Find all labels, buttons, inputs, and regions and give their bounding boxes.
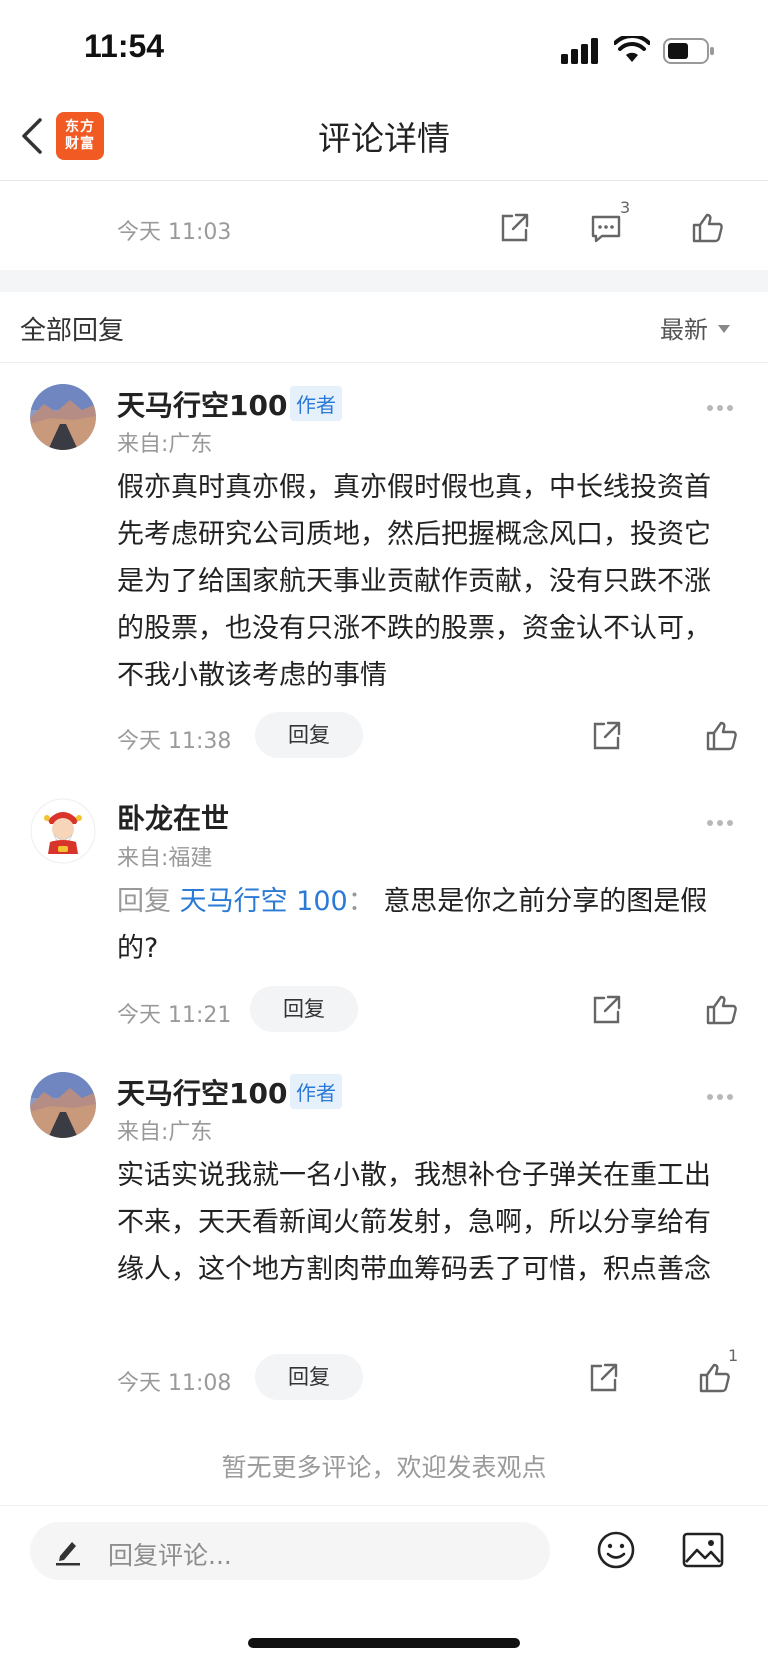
- status-time: 11:54: [84, 28, 165, 64]
- thumb-up-icon[interactable]: [697, 1360, 733, 1396]
- comment-count: 3: [620, 198, 631, 217]
- reply-button[interactable]: 回复: [255, 712, 363, 758]
- share-icon[interactable]: [588, 718, 624, 754]
- battery-icon: [663, 38, 714, 64]
- avatar[interactable]: [30, 384, 96, 450]
- sort-dropdown[interactable]: 最新: [660, 310, 730, 345]
- reply-prefix: 回复: [117, 886, 171, 917]
- reply-separator: ：: [347, 886, 375, 917]
- emoji-icon[interactable]: [596, 1530, 636, 1570]
- home-indicator: [248, 1638, 520, 1648]
- like-count: 1: [728, 1346, 739, 1365]
- reply-target-user[interactable]: 天马行空 100: [180, 886, 348, 917]
- sort-label: 最新: [660, 316, 708, 344]
- caret-down-icon: [718, 325, 730, 333]
- comment-username[interactable]: 天马行空100: [117, 384, 287, 424]
- reply-button[interactable]: 回复: [255, 1354, 363, 1400]
- comment-text: 回复 天马行空 100： 意思是你之前分享的图是假的?: [117, 878, 737, 972]
- reply-input-placeholder[interactable]: 回复评论...: [108, 1536, 232, 1572]
- wifi-icon: [614, 36, 650, 62]
- signal-icon: [561, 38, 598, 64]
- comment-text: 实话实说我就一名小散，我想补仓子弹关在重工出不来，天天看新闻火箭发射，急啊，所以…: [117, 1160, 711, 1285]
- section-divider: [0, 362, 768, 363]
- section-separator: [0, 270, 768, 292]
- thumb-up-icon[interactable]: [704, 992, 740, 1028]
- share-icon[interactable]: [588, 992, 624, 1028]
- share-icon[interactable]: [496, 210, 532, 246]
- avatar[interactable]: [30, 1072, 96, 1138]
- comment-location: 来自:广东: [117, 1120, 213, 1145]
- comment-time: 今天 11:08: [117, 1371, 232, 1396]
- no-more-comments: 暂无更多评论，欢迎发表观点: [221, 1453, 547, 1482]
- thumb-up-icon[interactable]: [704, 718, 740, 754]
- comment-text: 假亦真时真亦假，真亦假时假也真，中长线投资首先考虑研究公司质地，然后把握概念风口…: [117, 472, 711, 691]
- author-badge: 作者: [290, 1074, 342, 1109]
- image-icon[interactable]: [682, 1532, 724, 1568]
- all-replies-title: 全部回复: [20, 316, 125, 346]
- avatar[interactable]: [30, 798, 96, 864]
- comment-location: 来自:福建: [117, 846, 213, 871]
- more-icon[interactable]: [707, 811, 737, 826]
- share-icon[interactable]: [585, 1360, 621, 1396]
- nav-divider: [0, 180, 768, 181]
- comment-username[interactable]: 卧龙在世: [117, 797, 229, 837]
- thumb-up-icon[interactable]: [690, 210, 726, 246]
- pen-icon: [56, 1542, 80, 1566]
- more-icon[interactable]: [707, 1085, 737, 1100]
- comment-username[interactable]: 天马行空100: [117, 1072, 287, 1112]
- comment-time: 今天 11:38: [117, 729, 232, 754]
- reply-button[interactable]: 回复: [250, 986, 358, 1032]
- main-comment-time: 今天 11:03: [117, 220, 232, 245]
- more-icon[interactable]: [707, 396, 737, 411]
- comment-time: 今天 11:21: [117, 1003, 232, 1028]
- author-badge: 作者: [290, 386, 342, 421]
- bottom-divider: [0, 1505, 768, 1506]
- page-title: 评论详情: [318, 119, 450, 158]
- comment-icon[interactable]: [588, 210, 624, 246]
- comment-location: 来自:广东: [117, 432, 213, 457]
